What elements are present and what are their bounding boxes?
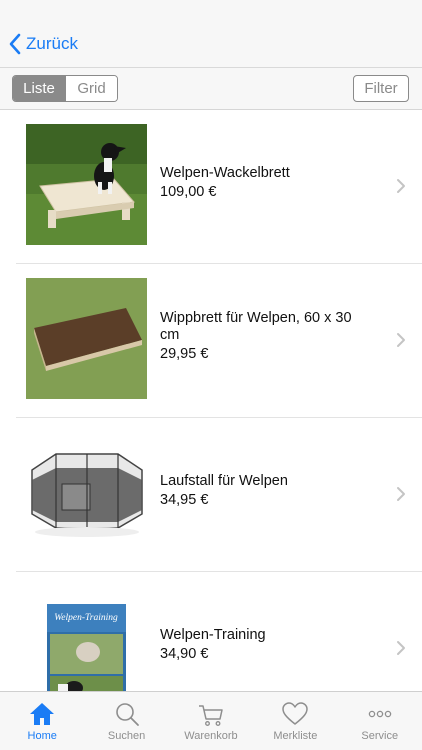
product-info: Wippbrett für Welpen, 60 x 30 cm 29,95 € <box>160 310 370 363</box>
chevron-right-icon <box>397 179 405 193</box>
tab-cart[interactable]: Warenkorb <box>169 692 253 750</box>
navigation-bar: Zurück <box>0 0 422 68</box>
heart-icon <box>282 702 309 725</box>
product-name: Welpen-Training <box>160 627 266 643</box>
tab-service[interactable]: Service <box>338 692 422 750</box>
toolbar: Liste Grid Filter <box>0 68 422 110</box>
segment-grid[interactable]: Grid <box>65 76 117 101</box>
tab-watchlist-label: Merkliste <box>273 730 318 742</box>
segment-list[interactable]: Liste <box>13 76 65 101</box>
tab-bar: Home Suchen Warenkorb Merkliste Service <box>0 691 422 750</box>
product-name: Welpen-Wackelbrett <box>160 165 290 181</box>
chevron-right-icon <box>397 487 405 501</box>
product-price: 109,00 € <box>160 184 217 200</box>
tab-search-label: Suchen <box>107 730 146 742</box>
product-image-seesaw-board <box>26 278 147 399</box>
product-info: Welpen-Wackelbrett 109,00 € <box>160 165 370 201</box>
book-cover-title: Welpen-Training <box>54 613 118 623</box>
chevron-right-icon <box>397 641 405 655</box>
tab-cart-label: Warenkorb <box>184 730 238 742</box>
product-name: Wippbrett für Welpen, 60 x 30 cm <box>160 310 352 343</box>
product-info: Laufstall für Welpen 34,95 € <box>160 473 370 509</box>
tab-search[interactable]: Suchen <box>84 692 168 750</box>
product-image-playpen <box>26 432 147 553</box>
product-list: Welpen-Wackelbrett 109,00 € Wippbrett fü… <box>0 110 422 691</box>
product-info: Welpen-Training 34,90 € <box>160 627 370 663</box>
product-row[interactable]: Laufstall für Welpen 34,95 € <box>0 418 422 572</box>
search-icon <box>115 703 139 726</box>
product-price: 34,95 € <box>160 492 209 508</box>
home-icon <box>30 703 55 725</box>
product-row[interactable]: Welpen-Training Welpen-Training 34,90 € <box>0 572 422 691</box>
product-price: 34,90 € <box>160 646 209 662</box>
product-image-wobble-board <box>26 124 147 245</box>
tab-home[interactable]: Home <box>0 692 84 750</box>
product-name: Laufstall für Welpen <box>160 473 288 489</box>
product-row[interactable]: Wippbrett für Welpen, 60 x 30 cm 29,95 € <box>0 264 422 418</box>
view-mode-segmented-control: Liste Grid <box>12 75 118 102</box>
more-icon <box>368 710 391 718</box>
tab-watchlist[interactable]: Merkliste <box>253 692 337 750</box>
back-button[interactable]: Zurück <box>8 32 78 56</box>
tab-home-label: Home <box>27 730 57 742</box>
back-label: Zurück <box>26 34 78 53</box>
cart-icon <box>198 705 223 726</box>
chevron-left-icon <box>9 33 21 55</box>
chevron-right-icon <box>397 333 405 347</box>
product-image-book-cover: Welpen-Training <box>26 586 147 691</box>
filter-button[interactable]: Filter <box>353 75 409 102</box>
product-price: 29,95 € <box>160 346 209 362</box>
product-row[interactable]: Welpen-Wackelbrett 109,00 € <box>0 110 422 264</box>
tab-service-label: Service <box>361 730 399 742</box>
